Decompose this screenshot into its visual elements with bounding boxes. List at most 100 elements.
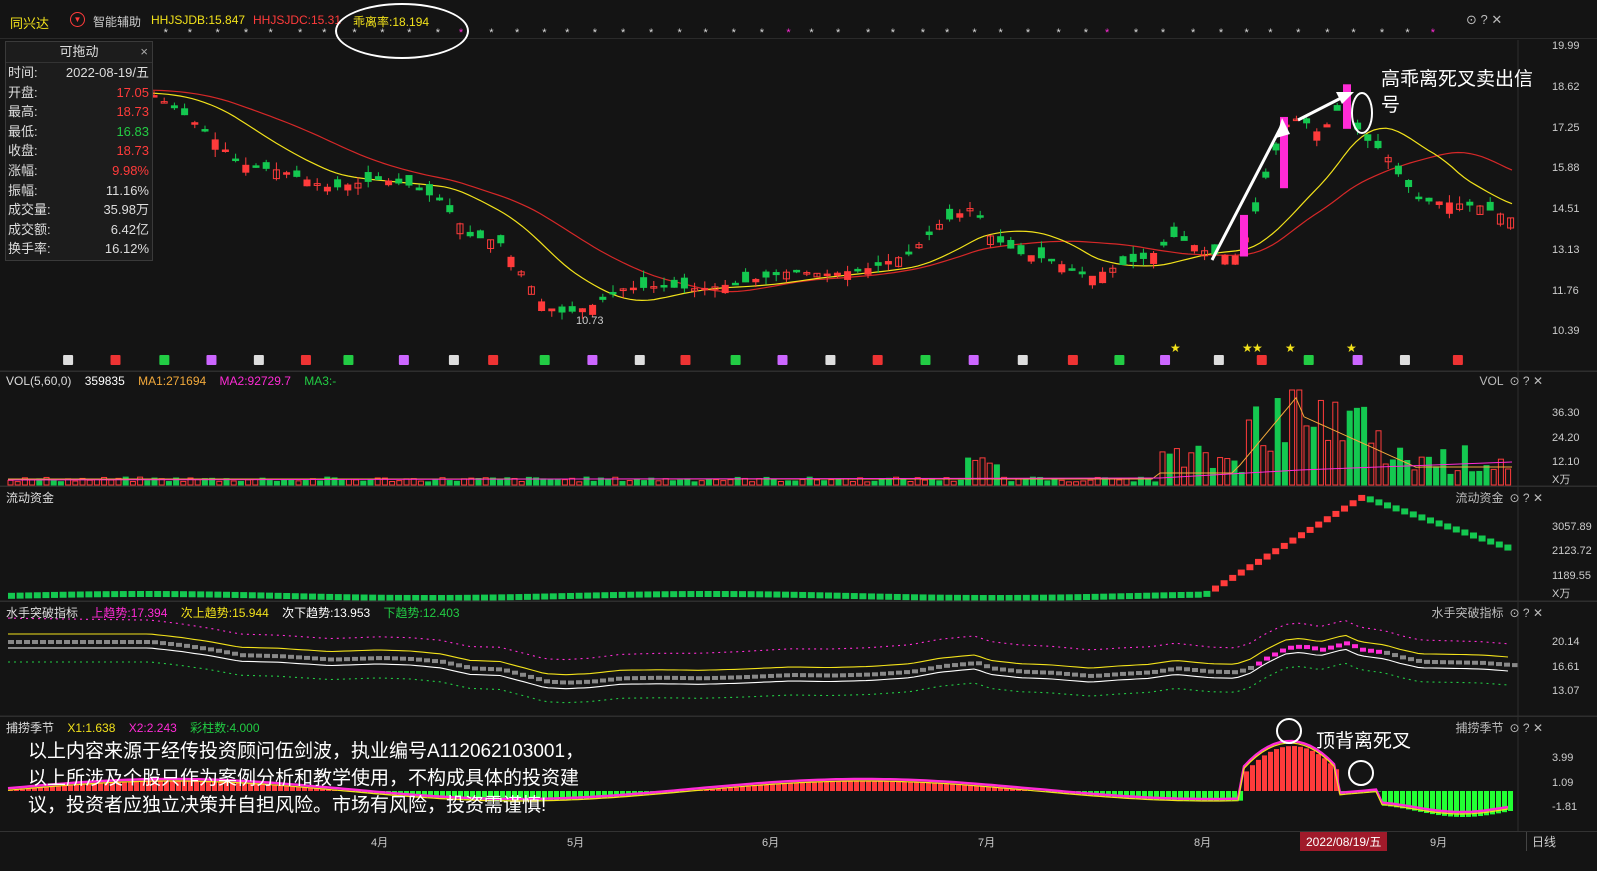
low-price-label: 10.73 <box>576 315 604 327</box>
star-mark: * <box>269 27 274 39</box>
info-row-label: 成交量: <box>8 202 51 217</box>
candle <box>1273 144 1279 150</box>
flow-title: 流动资金 <box>6 491 54 505</box>
info-row: 最低:16.83 <box>6 122 152 142</box>
candle <box>1467 202 1473 205</box>
flow-unit: X万 <box>1552 585 1570 601</box>
event-icon <box>399 355 409 365</box>
candle <box>1140 253 1146 258</box>
info-row: 开盘:17.05 <box>6 83 152 103</box>
candle <box>396 179 402 183</box>
candle <box>1365 135 1371 141</box>
flow-panel: 流动资金 流动资金⊙ ? ✕ 3057.89 2123.72 1189.55 X… <box>0 486 1597 602</box>
period-button[interactable]: 日线 <box>1526 832 1561 851</box>
star-mark: * <box>1191 27 1196 39</box>
info-row: 时间:2022-08-19/五 <box>6 63 152 83</box>
candle <box>1171 227 1177 236</box>
star-mark: * <box>1296 27 1301 39</box>
candle <box>345 185 351 190</box>
vol-tick: 12.10 <box>1552 456 1580 468</box>
trend-title: 水手突破指标 <box>6 606 78 620</box>
candle <box>1008 240 1014 248</box>
candle <box>998 237 1004 242</box>
candle <box>222 150 228 152</box>
candle <box>732 283 738 285</box>
ma-line <box>150 93 1512 300</box>
event-icon <box>1018 355 1028 365</box>
star-mark: * <box>542 27 547 39</box>
star-mark: * <box>244 27 249 39</box>
candle <box>661 286 667 288</box>
event-icon <box>1257 355 1267 365</box>
candle <box>1151 253 1157 263</box>
catch-right-name: 捕捞季节 <box>1456 721 1504 735</box>
event-icon <box>1304 355 1314 365</box>
candle <box>763 272 769 277</box>
event-icon <box>301 355 311 365</box>
info-row-value: 35.98万 <box>103 200 149 220</box>
star-mark: * <box>164 27 169 39</box>
candle <box>753 279 759 281</box>
candle <box>1059 265 1065 272</box>
star-icon: ★ <box>1170 341 1181 355</box>
candle <box>875 263 881 266</box>
panel-controls[interactable]: ⊙ ? ✕ <box>1510 374 1543 388</box>
flow-right-name: 流动资金 <box>1456 491 1504 505</box>
month-label: 4月 <box>371 834 388 850</box>
candle <box>437 198 443 200</box>
panel-controls[interactable]: ⊙ ? ✕ <box>1510 491 1543 505</box>
trend-sub-down: 次下趋势:13.953 <box>282 606 370 620</box>
info-box-title[interactable]: 可拖动× <box>6 42 152 63</box>
candle <box>865 269 871 275</box>
candle <box>324 187 330 191</box>
candle <box>1038 248 1044 258</box>
event-icon <box>111 355 121 365</box>
candle <box>294 171 300 176</box>
event-icon <box>731 355 741 365</box>
candle <box>1089 276 1095 284</box>
candle <box>1436 202 1442 204</box>
candle <box>549 309 555 311</box>
event-icon <box>825 355 835 365</box>
candle <box>171 106 177 108</box>
close-icon[interactable]: × <box>140 42 148 62</box>
event-icon <box>488 355 498 365</box>
candle <box>671 280 677 287</box>
vol-unit: X万 <box>1552 471 1570 487</box>
candle <box>957 214 963 217</box>
event-icon <box>1114 355 1124 365</box>
candle <box>406 176 412 185</box>
candle <box>284 173 290 175</box>
info-row-label: 振幅: <box>8 183 38 198</box>
panel-controls[interactable]: ⊙ ? ✕ <box>1510 606 1543 620</box>
event-icon <box>635 355 645 365</box>
trend-tick: 13.07 <box>1552 685 1580 697</box>
trend-tick: 20.14 <box>1552 636 1580 648</box>
star-mark: * <box>972 27 977 39</box>
info-row-label: 开盘: <box>8 85 38 100</box>
candle <box>263 163 269 169</box>
event-icon <box>1214 355 1224 365</box>
signal-candle <box>1240 215 1248 257</box>
info-row-label: 收盘: <box>8 143 38 158</box>
candle <box>722 285 728 292</box>
star-mark: * <box>1268 27 1273 39</box>
event-icon <box>449 355 459 365</box>
star-mark: * <box>216 27 221 39</box>
info-row-label: 涨幅: <box>8 163 38 178</box>
star-mark: * <box>565 27 570 39</box>
info-box[interactable]: 可拖动× 时间:2022-08-19/五开盘:17.05最高:18.73最低:1… <box>5 41 153 261</box>
candle <box>681 278 687 288</box>
event-icon <box>1353 355 1363 365</box>
event-icon <box>206 355 216 365</box>
candle <box>539 302 545 311</box>
candle <box>947 209 953 219</box>
signal-circle <box>1352 93 1372 133</box>
panel-controls[interactable]: ⊙ ? ✕ <box>1510 721 1543 735</box>
star-mark: * <box>891 27 896 39</box>
month-label: 5月 <box>567 834 584 850</box>
candle <box>1426 198 1432 201</box>
candle <box>447 206 453 212</box>
vol-tick: 24.20 <box>1552 432 1580 444</box>
star-mark: * <box>649 27 654 39</box>
